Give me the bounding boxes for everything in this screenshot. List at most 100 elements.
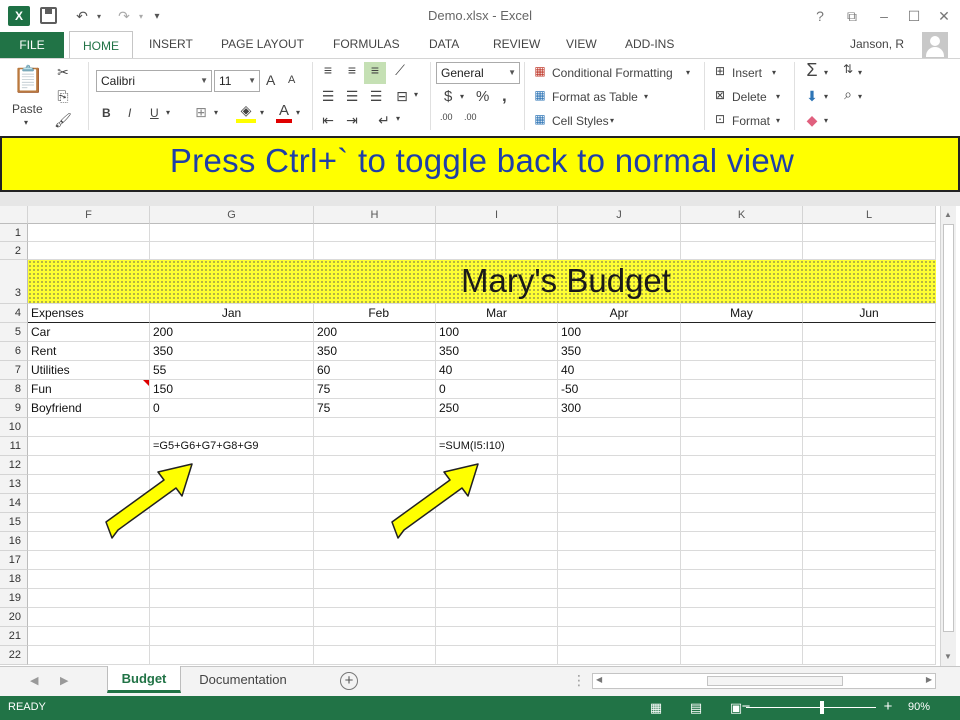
insert-button[interactable]: Insert (732, 66, 762, 80)
find-select-dropdown-icon[interactable]: ▾ (858, 92, 862, 101)
cell-h8[interactable]: 75 (314, 380, 436, 399)
cell-h22[interactable] (314, 646, 436, 665)
cell-j4[interactable]: Apr (558, 304, 681, 323)
cell-g8[interactable]: 150 (150, 380, 314, 399)
tab-review[interactable]: REVIEW (493, 37, 540, 51)
maximize-icon[interactable]: ☐ (904, 6, 924, 26)
cell-l1[interactable] (803, 224, 936, 242)
cut-icon[interactable]: ✂ (54, 64, 72, 81)
zoom-slider-knob[interactable] (820, 701, 824, 714)
spreadsheet-grid[interactable]: F G H I J K L 1 2 3 4 5 6 7 8 9 10 11 12… (0, 206, 940, 666)
cell-l15[interactable] (803, 513, 936, 532)
cell-h20[interactable] (314, 608, 436, 627)
cell-h6[interactable]: 350 (314, 342, 436, 361)
column-header-h[interactable]: H (314, 206, 436, 224)
cell-l19[interactable] (803, 589, 936, 608)
cell-l13[interactable] (803, 475, 936, 494)
merge-dropdown-icon[interactable]: ▾ (414, 90, 418, 99)
increase-indent-icon[interactable]: ⇥ (342, 112, 362, 129)
delete-dropdown-icon[interactable]: ▾ (776, 92, 780, 101)
cell-g17[interactable] (150, 551, 314, 570)
cell-j20[interactable] (558, 608, 681, 627)
cell-g4[interactable]: Jan (150, 304, 314, 323)
cell-g21[interactable] (150, 627, 314, 646)
column-header-k[interactable]: K (681, 206, 803, 224)
row-header-21[interactable]: 21 (0, 627, 28, 646)
currency-dropdown-icon[interactable]: ▾ (460, 92, 464, 101)
sheet-tab-budget[interactable]: Budget (107, 666, 181, 693)
cell-l12[interactable] (803, 456, 936, 475)
cell-k5[interactable] (681, 323, 803, 342)
cell-j6[interactable]: 350 (558, 342, 681, 361)
conditional-formatting-button[interactable]: Conditional Formatting (552, 66, 673, 80)
format-dropdown-icon[interactable]: ▾ (776, 116, 780, 125)
close-icon[interactable]: ✕ (934, 6, 954, 26)
cell-f20[interactable] (28, 608, 150, 627)
cell-k8[interactable] (681, 380, 803, 399)
horizontal-scrollbar[interactable]: ◀ ▶ (592, 673, 936, 689)
cell-j22[interactable] (558, 646, 681, 665)
cell-f9[interactable]: Boyfriend (28, 399, 150, 418)
user-name[interactable]: Janson, R (850, 37, 904, 51)
sort-filter-icon[interactable]: ⇅ (838, 62, 858, 76)
zoom-in-button[interactable]: + (880, 699, 896, 715)
fill-icon[interactable]: ⬇ (802, 88, 822, 105)
font-color-button[interactable]: A (276, 102, 292, 123)
row-header-12[interactable]: 12 (0, 456, 28, 475)
cell-f2[interactable] (28, 242, 150, 260)
currency-button[interactable]: $ (444, 88, 452, 105)
wrap-text-icon[interactable]: ↵ (374, 112, 394, 129)
scroll-up-icon[interactable]: ▲ (944, 210, 952, 219)
cell-j21[interactable] (558, 627, 681, 646)
cell-i6[interactable]: 350 (436, 342, 558, 361)
sheet-tab-documentation[interactable]: Documentation (186, 666, 300, 694)
number-format-combo[interactable]: General ▼ (436, 62, 520, 84)
cell-f10[interactable] (28, 418, 150, 437)
tab-home[interactable]: HOME (69, 31, 133, 59)
cell-h11[interactable] (314, 437, 436, 456)
align-middle-icon[interactable]: ≡ (342, 62, 362, 78)
tab-file[interactable]: FILE (0, 32, 64, 58)
cell-l11[interactable] (803, 437, 936, 456)
conditional-formatting-icon[interactable]: ▦ (532, 64, 548, 78)
cell-k10[interactable] (681, 418, 803, 437)
decrease-decimal-button[interactable]: .00 (464, 112, 477, 122)
column-header-j[interactable]: J (558, 206, 681, 224)
minimize-icon[interactable]: – (874, 6, 894, 26)
row-header-19[interactable]: 19 (0, 589, 28, 608)
orientation-icon[interactable]: ⟋ (390, 62, 410, 79)
cell-l8[interactable] (803, 380, 936, 399)
cell-k13[interactable] (681, 475, 803, 494)
insert-cells-icon[interactable]: ⊞ (712, 64, 728, 78)
cell-f17[interactable] (28, 551, 150, 570)
ribbon-display-icon[interactable]: ⧉ (842, 6, 862, 26)
help-button[interactable]: ? (810, 6, 830, 26)
italic-button[interactable]: I (128, 106, 131, 120)
align-center-icon[interactable]: ☰ (342, 88, 362, 105)
decrease-indent-icon[interactable]: ⇤ (318, 112, 338, 129)
cell-h21[interactable] (314, 627, 436, 646)
find-select-icon[interactable]: ⌕ (838, 86, 858, 103)
tab-view[interactable]: VIEW (566, 37, 597, 51)
cell-j9[interactable]: 300 (558, 399, 681, 418)
cell-l17[interactable] (803, 551, 936, 570)
row-header-5[interactable]: 5 (0, 323, 28, 342)
column-header-g[interactable]: G (150, 206, 314, 224)
row-header-1[interactable]: 1 (0, 224, 28, 242)
cell-styles-icon[interactable]: ▦ (532, 112, 548, 126)
scroll-right-icon[interactable]: ▶ (926, 675, 932, 684)
tab-insert[interactable]: INSERT (149, 37, 193, 51)
tab-page-layout[interactable]: PAGE LAYOUT (221, 37, 304, 51)
percent-button[interactable]: % (476, 88, 489, 105)
copy-icon[interactable]: ⎘ (54, 88, 72, 105)
avatar[interactable] (922, 32, 948, 58)
cell-l14[interactable] (803, 494, 936, 513)
align-left-icon[interactable]: ☰ (318, 88, 338, 105)
cell-f7[interactable]: Utilities (28, 361, 150, 380)
borders-dropdown-icon[interactable]: ▾ (214, 108, 218, 117)
cell-l21[interactable] (803, 627, 936, 646)
cell-k12[interactable] (681, 456, 803, 475)
format-as-table-dropdown-icon[interactable]: ▾ (644, 92, 648, 101)
cell-k19[interactable] (681, 589, 803, 608)
cell-j8[interactable]: -50 (558, 380, 681, 399)
